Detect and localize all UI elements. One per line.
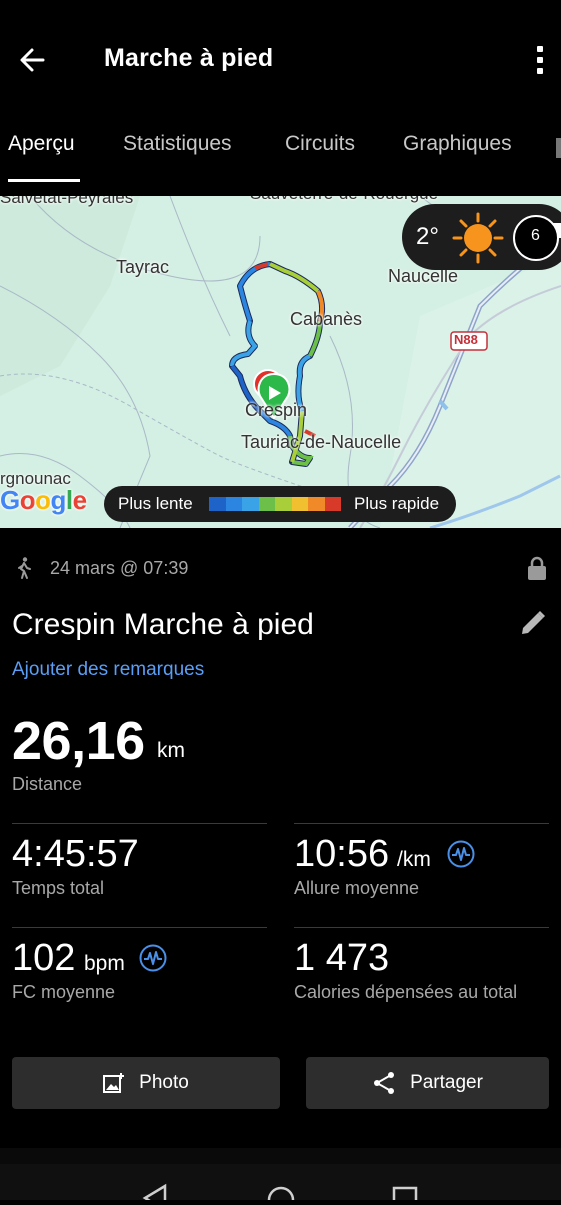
weather-temperature: 2° — [416, 223, 439, 250]
activity-title: Crespin Marche à pied — [12, 608, 314, 641]
page-title: Marche à pied — [104, 44, 274, 72]
avg-hr-unit: bpm — [84, 952, 125, 975]
legend-color-swatch — [209, 497, 226, 511]
back-button[interactable] — [12, 40, 52, 80]
total-time-label: Temps total — [12, 878, 105, 898]
legend-color-bar — [209, 497, 341, 511]
sun-icon — [452, 212, 504, 264]
place-tauriac: Tauriac-de-Naucelle — [241, 432, 402, 452]
avg-pace-value: 10:56 — [294, 833, 390, 875]
calories-value: 1 473 — [294, 937, 390, 979]
share-button[interactable]: Partager — [306, 1057, 549, 1109]
distance-value: 26,16 — [12, 711, 145, 771]
distance-label: Distance — [12, 774, 83, 794]
legend-color-swatch — [275, 497, 292, 511]
activity-date-row: 24 mars @ 07:39 — [12, 556, 188, 580]
place-crespin: Crespin — [245, 400, 308, 420]
moon-phase-value: 6 — [531, 227, 540, 244]
arrow-left-icon — [20, 48, 45, 72]
active-tab-indicator — [8, 179, 80, 182]
more-vertical-icon — [537, 46, 543, 52]
total-time-value: 4:45:57 — [12, 833, 139, 875]
place-tayrac: Tayrac — [116, 257, 170, 277]
nav-home-icon[interactable] — [267, 1186, 295, 1205]
google-logo: Google — [0, 485, 87, 515]
tab-circuits[interactable]: Circuits — [285, 132, 355, 156]
photo-button-label: Photo — [139, 1072, 189, 1093]
legend-color-swatch — [225, 497, 242, 511]
nav-recents-icon[interactable] — [392, 1186, 418, 1205]
bottom-separator — [0, 1148, 561, 1164]
avg-hr-value: 102 — [12, 937, 76, 979]
legend-color-swatch — [291, 497, 308, 511]
avg-pace-unit: /km — [397, 848, 431, 871]
calories-label: Calories dépensées au total — [294, 982, 518, 1002]
legend-color-swatch — [308, 497, 325, 511]
legend-fast-label: Plus rapide — [354, 494, 440, 513]
avg-pace-label: Allure moyenne — [294, 878, 420, 898]
tab-overflow-indicator — [556, 138, 561, 158]
add-photo-icon — [103, 1073, 125, 1093]
place-salvetat: Salvetat-Peyralès — [0, 196, 134, 207]
more-options-button[interactable] — [526, 40, 554, 80]
tab-graphiques[interactable]: Graphiques — [403, 132, 512, 156]
avg-hr-label: FC moyenne — [12, 982, 116, 1002]
walking-icon — [18, 557, 31, 579]
road-label-n88: N88 — [454, 332, 478, 347]
tab-apercu[interactable]: Aperçu — [8, 132, 75, 156]
legend-color-swatch — [242, 497, 259, 511]
share-button-label: Partager — [410, 1072, 483, 1093]
tab-statistiques[interactable]: Statistiques — [123, 132, 232, 156]
divider — [294, 823, 549, 824]
tab-bar: Aperçu Statistiques Circuits Graphiques — [0, 120, 561, 186]
add-notes-link[interactable]: Ajouter des remarques — [12, 659, 204, 681]
pulse-icon[interactable] — [447, 840, 475, 868]
place-sauveterre: Sauveterre-de-Rouergue — [250, 196, 438, 204]
share-icon — [374, 1072, 395, 1094]
nav-back-icon[interactable] — [142, 1183, 167, 1205]
pulse-icon[interactable] — [139, 944, 167, 972]
legend-color-swatch — [324, 497, 341, 511]
place-cabanes: Cabanès — [290, 309, 363, 329]
system-nav-bar — [0, 1164, 561, 1205]
lock-icon[interactable] — [526, 556, 548, 580]
app-header: Marche à pied — [0, 0, 561, 118]
divider — [12, 927, 267, 928]
distance-unit: km — [157, 739, 185, 762]
divider — [12, 823, 267, 824]
legend-color-swatch — [258, 497, 275, 511]
add-photo-button[interactable]: Photo — [12, 1057, 280, 1109]
legend-slow-label: Plus lente — [118, 494, 193, 513]
pencil-icon[interactable] — [518, 608, 548, 638]
activity-date: 24 mars @ 07:39 — [50, 557, 189, 578]
nav-bar-buttons — [142, 1183, 418, 1205]
divider — [294, 927, 549, 928]
